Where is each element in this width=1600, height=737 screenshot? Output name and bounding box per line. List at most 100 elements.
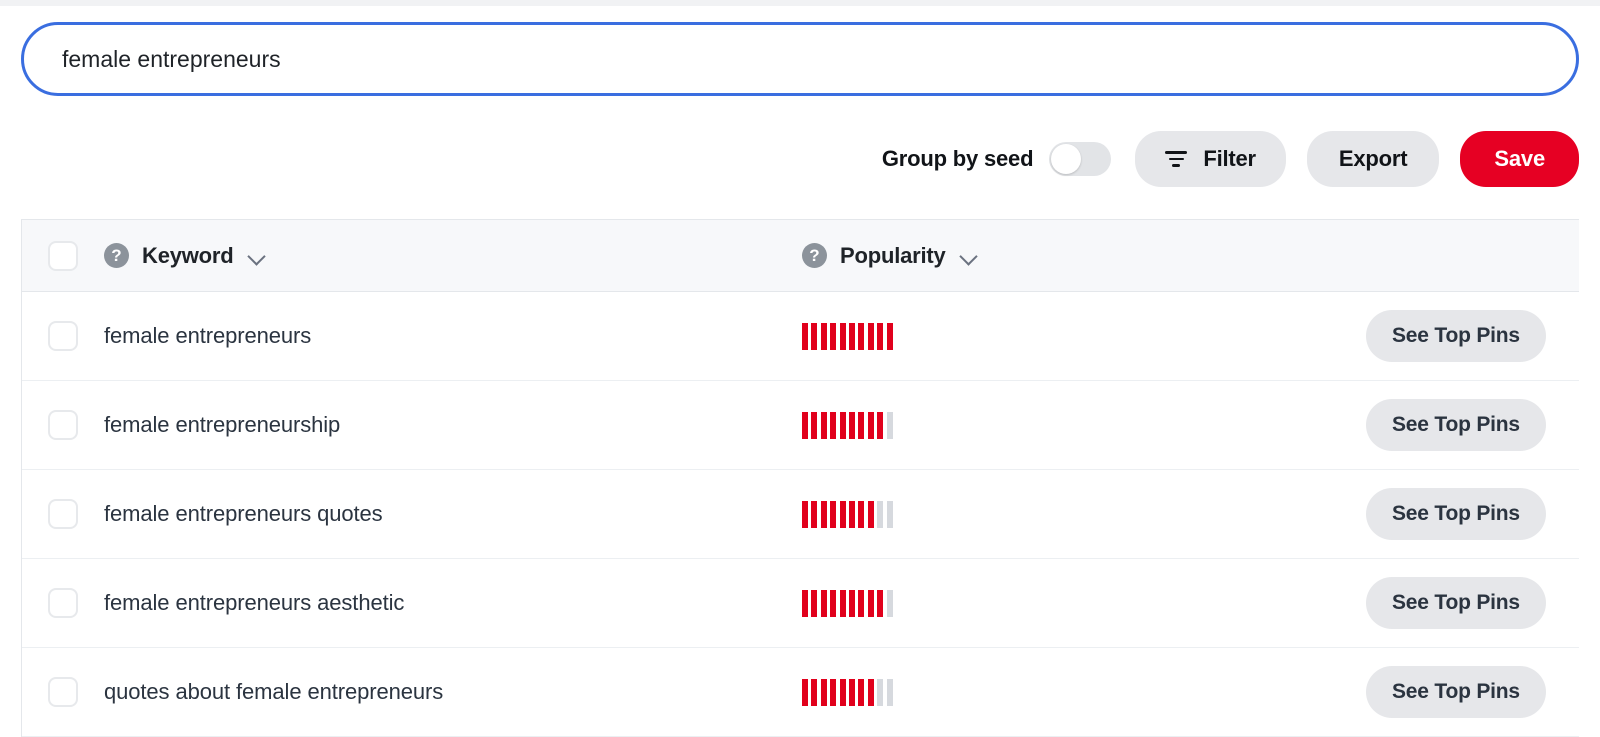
popularity-bar-segment <box>811 411 818 439</box>
export-button[interactable]: Export <box>1306 131 1440 187</box>
popularity-bar-segment <box>830 500 837 528</box>
keyword-text: quotes about female entrepreneurs <box>104 679 444 704</box>
keyword-cell: quotes about female entrepreneurs <box>104 679 802 705</box>
popularity-cell <box>802 411 1362 439</box>
row-select-cell <box>22 321 104 351</box>
help-icon-popularity[interactable]: ? <box>802 243 827 268</box>
filter-button[interactable]: Filter <box>1135 131 1286 187</box>
popularity-bar-segment <box>858 589 865 617</box>
top-strip <box>0 0 1600 6</box>
row-checkbox[interactable] <box>48 410 78 440</box>
popularity-bar-segment <box>839 589 846 617</box>
popularity-bar-meter <box>802 678 893 706</box>
popularity-bar-segment <box>802 678 808 706</box>
action-cell: See Top Pins <box>1362 577 1579 629</box>
table-row[interactable]: female entrepreneurs quotes See Top Pins <box>22 470 1579 559</box>
table-row[interactable]: female entrepreneurship See Top Pins <box>22 381 1579 470</box>
see-top-pins-button[interactable]: See Top Pins <box>1366 577 1546 629</box>
toolbar: Group by seed Filter Export Save <box>21 128 1579 190</box>
popularity-bar-segment <box>820 678 827 706</box>
popularity-bar-segment <box>886 322 893 350</box>
popularity-bar-segment <box>811 678 818 706</box>
popularity-bar-segment <box>802 411 808 439</box>
keyword-cell: female entrepreneurs quotes <box>104 501 802 527</box>
table-row[interactable]: female entrepreneurs See Top Pins <box>22 292 1579 381</box>
help-icon-keyword[interactable]: ? <box>104 243 129 268</box>
popularity-bar-segment <box>839 678 846 706</box>
popularity-bar-segment <box>858 411 865 439</box>
popularity-bar-segment <box>848 500 855 528</box>
popularity-bar-meter <box>802 500 893 528</box>
popularity-bar-segment <box>877 500 884 528</box>
row-checkbox[interactable] <box>48 321 78 351</box>
action-cell: See Top Pins <box>1362 488 1579 540</box>
chevron-down-icon-popularity[interactable] <box>961 248 977 264</box>
group-by-seed-toggle[interactable] <box>1049 142 1112 176</box>
keyword-column-label: Keyword <box>142 242 234 268</box>
group-by-seed-control[interactable]: Group by seed <box>881 142 1112 176</box>
group-by-seed-label: Group by seed <box>881 146 1034 171</box>
popularity-bar-segment <box>820 589 827 617</box>
popularity-bar-segment <box>802 589 808 617</box>
popularity-header-cell: ? Popularity <box>802 243 1362 269</box>
keyword-results-table: ? Keyword ? Popularity female entreprene… <box>21 219 1579 737</box>
popularity-bar-segment <box>811 500 818 528</box>
popularity-cell <box>802 322 1362 350</box>
popularity-bar-segment <box>886 678 893 706</box>
popularity-bar-meter <box>802 589 893 617</box>
row-select-cell <box>22 588 104 618</box>
see-top-pins-button[interactable]: See Top Pins <box>1366 310 1546 362</box>
popularity-cell <box>802 678 1362 706</box>
filter-icon <box>1165 151 1188 167</box>
keyword-text: female entrepreneurship <box>104 412 341 437</box>
table-header-row: ? Keyword ? Popularity <box>22 219 1579 292</box>
save-button-label: Save <box>1494 146 1545 171</box>
table-row[interactable]: quotes about female entrepreneurs See Top… <box>22 648 1579 737</box>
popularity-bar-segment <box>877 411 884 439</box>
see-top-pins-button[interactable]: See Top Pins <box>1366 488 1546 540</box>
action-cell: See Top Pins <box>1362 399 1579 451</box>
popularity-bar-segment <box>867 500 874 528</box>
export-button-label: Export <box>1338 146 1408 171</box>
popularity-bar-segment <box>858 678 865 706</box>
popularity-bar-segment <box>830 589 837 617</box>
popularity-bar-segment <box>839 500 846 528</box>
popularity-cell <box>802 500 1362 528</box>
chevron-down-icon-keyword[interactable] <box>249 248 265 264</box>
popularity-bar-segment <box>877 322 884 350</box>
popularity-bar-segment <box>886 589 893 617</box>
popularity-bar-segment <box>877 678 884 706</box>
table-row[interactable]: female entrepreneurs aesthetic See Top Pi… <box>22 559 1579 648</box>
filter-button-label: Filter <box>1203 146 1256 171</box>
row-select-cell <box>22 499 104 529</box>
table-body: female entrepreneurs See Top Pins female e… <box>22 292 1579 737</box>
popularity-bar-segment <box>820 411 827 439</box>
search-field-container[interactable] <box>21 22 1579 96</box>
action-cell: See Top Pins <box>1362 310 1579 362</box>
popularity-bar-meter <box>802 411 893 439</box>
popularity-bar-segment <box>802 500 808 528</box>
popularity-bar-segment <box>867 411 874 439</box>
keyword-cell: female entrepreneurs aesthetic <box>104 590 802 616</box>
search-input[interactable] <box>24 25 1576 93</box>
popularity-column-label: Popularity <box>840 242 946 268</box>
popularity-bar-segment <box>830 322 837 350</box>
keyword-header-cell: ? Keyword <box>104 243 802 269</box>
see-top-pins-button[interactable]: See Top Pins <box>1366 666 1546 718</box>
row-checkbox[interactable] <box>48 677 78 707</box>
keyword-column-header[interactable]: ? Keyword <box>104 243 265 269</box>
popularity-bar-meter <box>802 322 893 350</box>
row-select-cell <box>22 677 104 707</box>
popularity-bar-segment <box>848 411 855 439</box>
row-checkbox[interactable] <box>48 588 78 618</box>
see-top-pins-button[interactable]: See Top Pins <box>1366 399 1546 451</box>
save-button[interactable]: Save <box>1460 131 1579 187</box>
popularity-bar-segment <box>839 322 846 350</box>
keyword-text: female entrepreneurs quotes <box>104 501 383 526</box>
popularity-bar-segment <box>802 322 808 350</box>
popularity-column-header[interactable]: ? Popularity <box>802 243 977 269</box>
select-all-checkbox[interactable] <box>48 240 78 271</box>
popularity-bar-segment <box>830 678 837 706</box>
row-checkbox[interactable] <box>48 499 78 529</box>
popularity-bar-segment <box>858 500 865 528</box>
